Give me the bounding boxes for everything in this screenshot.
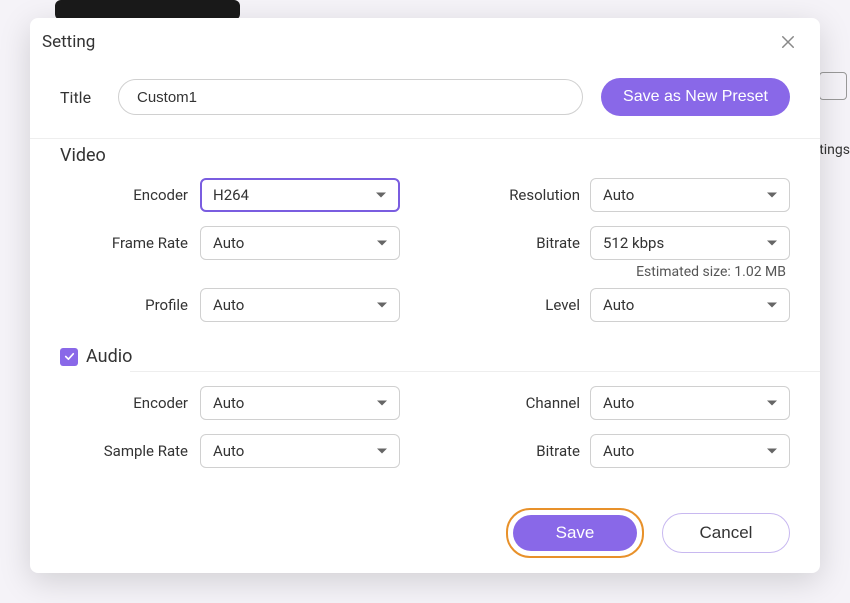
audio-channel-select[interactable]: Auto xyxy=(590,386,790,420)
video-section-title: Video xyxy=(60,139,790,178)
select-value: Auto xyxy=(603,186,634,204)
video-section: Video Encoder H264 Resolution Auto Frame… xyxy=(30,138,820,340)
title-label: Title xyxy=(60,88,100,107)
title-input[interactable] xyxy=(118,79,583,115)
close-icon xyxy=(779,33,797,51)
video-level-select[interactable]: Auto xyxy=(590,288,790,322)
sample-rate-label: Sample Rate xyxy=(60,442,200,460)
select-value: 512 kbps xyxy=(603,234,664,252)
title-row: Title Save as New Preset xyxy=(30,64,820,138)
close-button[interactable] xyxy=(776,30,800,54)
select-value: Auto xyxy=(603,296,634,314)
video-bitrate-select[interactable]: 512 kbps xyxy=(590,226,790,260)
level-label: Level xyxy=(490,296,590,314)
estimated-size-label: Estimated size: 1.02 MB xyxy=(590,264,790,282)
channel-label: Channel xyxy=(490,394,590,412)
video-resolution-select[interactable]: Auto xyxy=(590,178,790,212)
frame-rate-label: Frame Rate xyxy=(60,234,200,252)
profile-label: Profile xyxy=(60,296,200,314)
audio-bitrate-label: Bitrate xyxy=(490,442,590,460)
save-button-highlight: Save xyxy=(506,508,644,558)
select-value: Auto xyxy=(603,442,634,460)
select-value: Auto xyxy=(213,394,244,412)
video-encoder-select[interactable]: H264 xyxy=(200,178,400,212)
audio-section-title: Audio xyxy=(86,340,132,379)
settings-modal: Setting Title Save as New Preset Video E… xyxy=(30,18,820,573)
resolution-label: Resolution xyxy=(490,186,590,204)
background-clipboard-icon xyxy=(819,72,847,100)
audio-sample-rate-select[interactable]: Auto xyxy=(200,434,400,468)
video-profile-select[interactable]: Auto xyxy=(200,288,400,322)
select-value: Auto xyxy=(213,442,244,460)
modal-title: Setting xyxy=(42,32,95,52)
encoder-label: Encoder xyxy=(60,186,200,204)
modal-header: Setting xyxy=(30,18,820,64)
divider xyxy=(130,371,820,372)
audio-bitrate-select[interactable]: Auto xyxy=(590,434,790,468)
select-value: H264 xyxy=(213,186,249,204)
audio-section: Audio Encoder Auto Channel Auto Sample R… xyxy=(30,340,820,486)
video-frame-rate-select[interactable]: Auto xyxy=(200,226,400,260)
select-value: Auto xyxy=(603,394,634,412)
audio-encoder-label: Encoder xyxy=(60,394,200,412)
modal-footer: Save Cancel xyxy=(30,486,820,584)
audio-enable-checkbox[interactable] xyxy=(60,348,78,366)
background-toolbar-hint xyxy=(55,0,240,20)
save-button[interactable]: Save xyxy=(513,515,637,551)
select-value: Auto xyxy=(213,296,244,314)
video-bitrate-label: Bitrate xyxy=(490,234,590,252)
save-as-new-preset-button[interactable]: Save as New Preset xyxy=(601,78,790,116)
cancel-button[interactable]: Cancel xyxy=(662,513,790,553)
select-value: Auto xyxy=(213,234,244,252)
check-icon xyxy=(63,350,76,363)
audio-encoder-select[interactable]: Auto xyxy=(200,386,400,420)
